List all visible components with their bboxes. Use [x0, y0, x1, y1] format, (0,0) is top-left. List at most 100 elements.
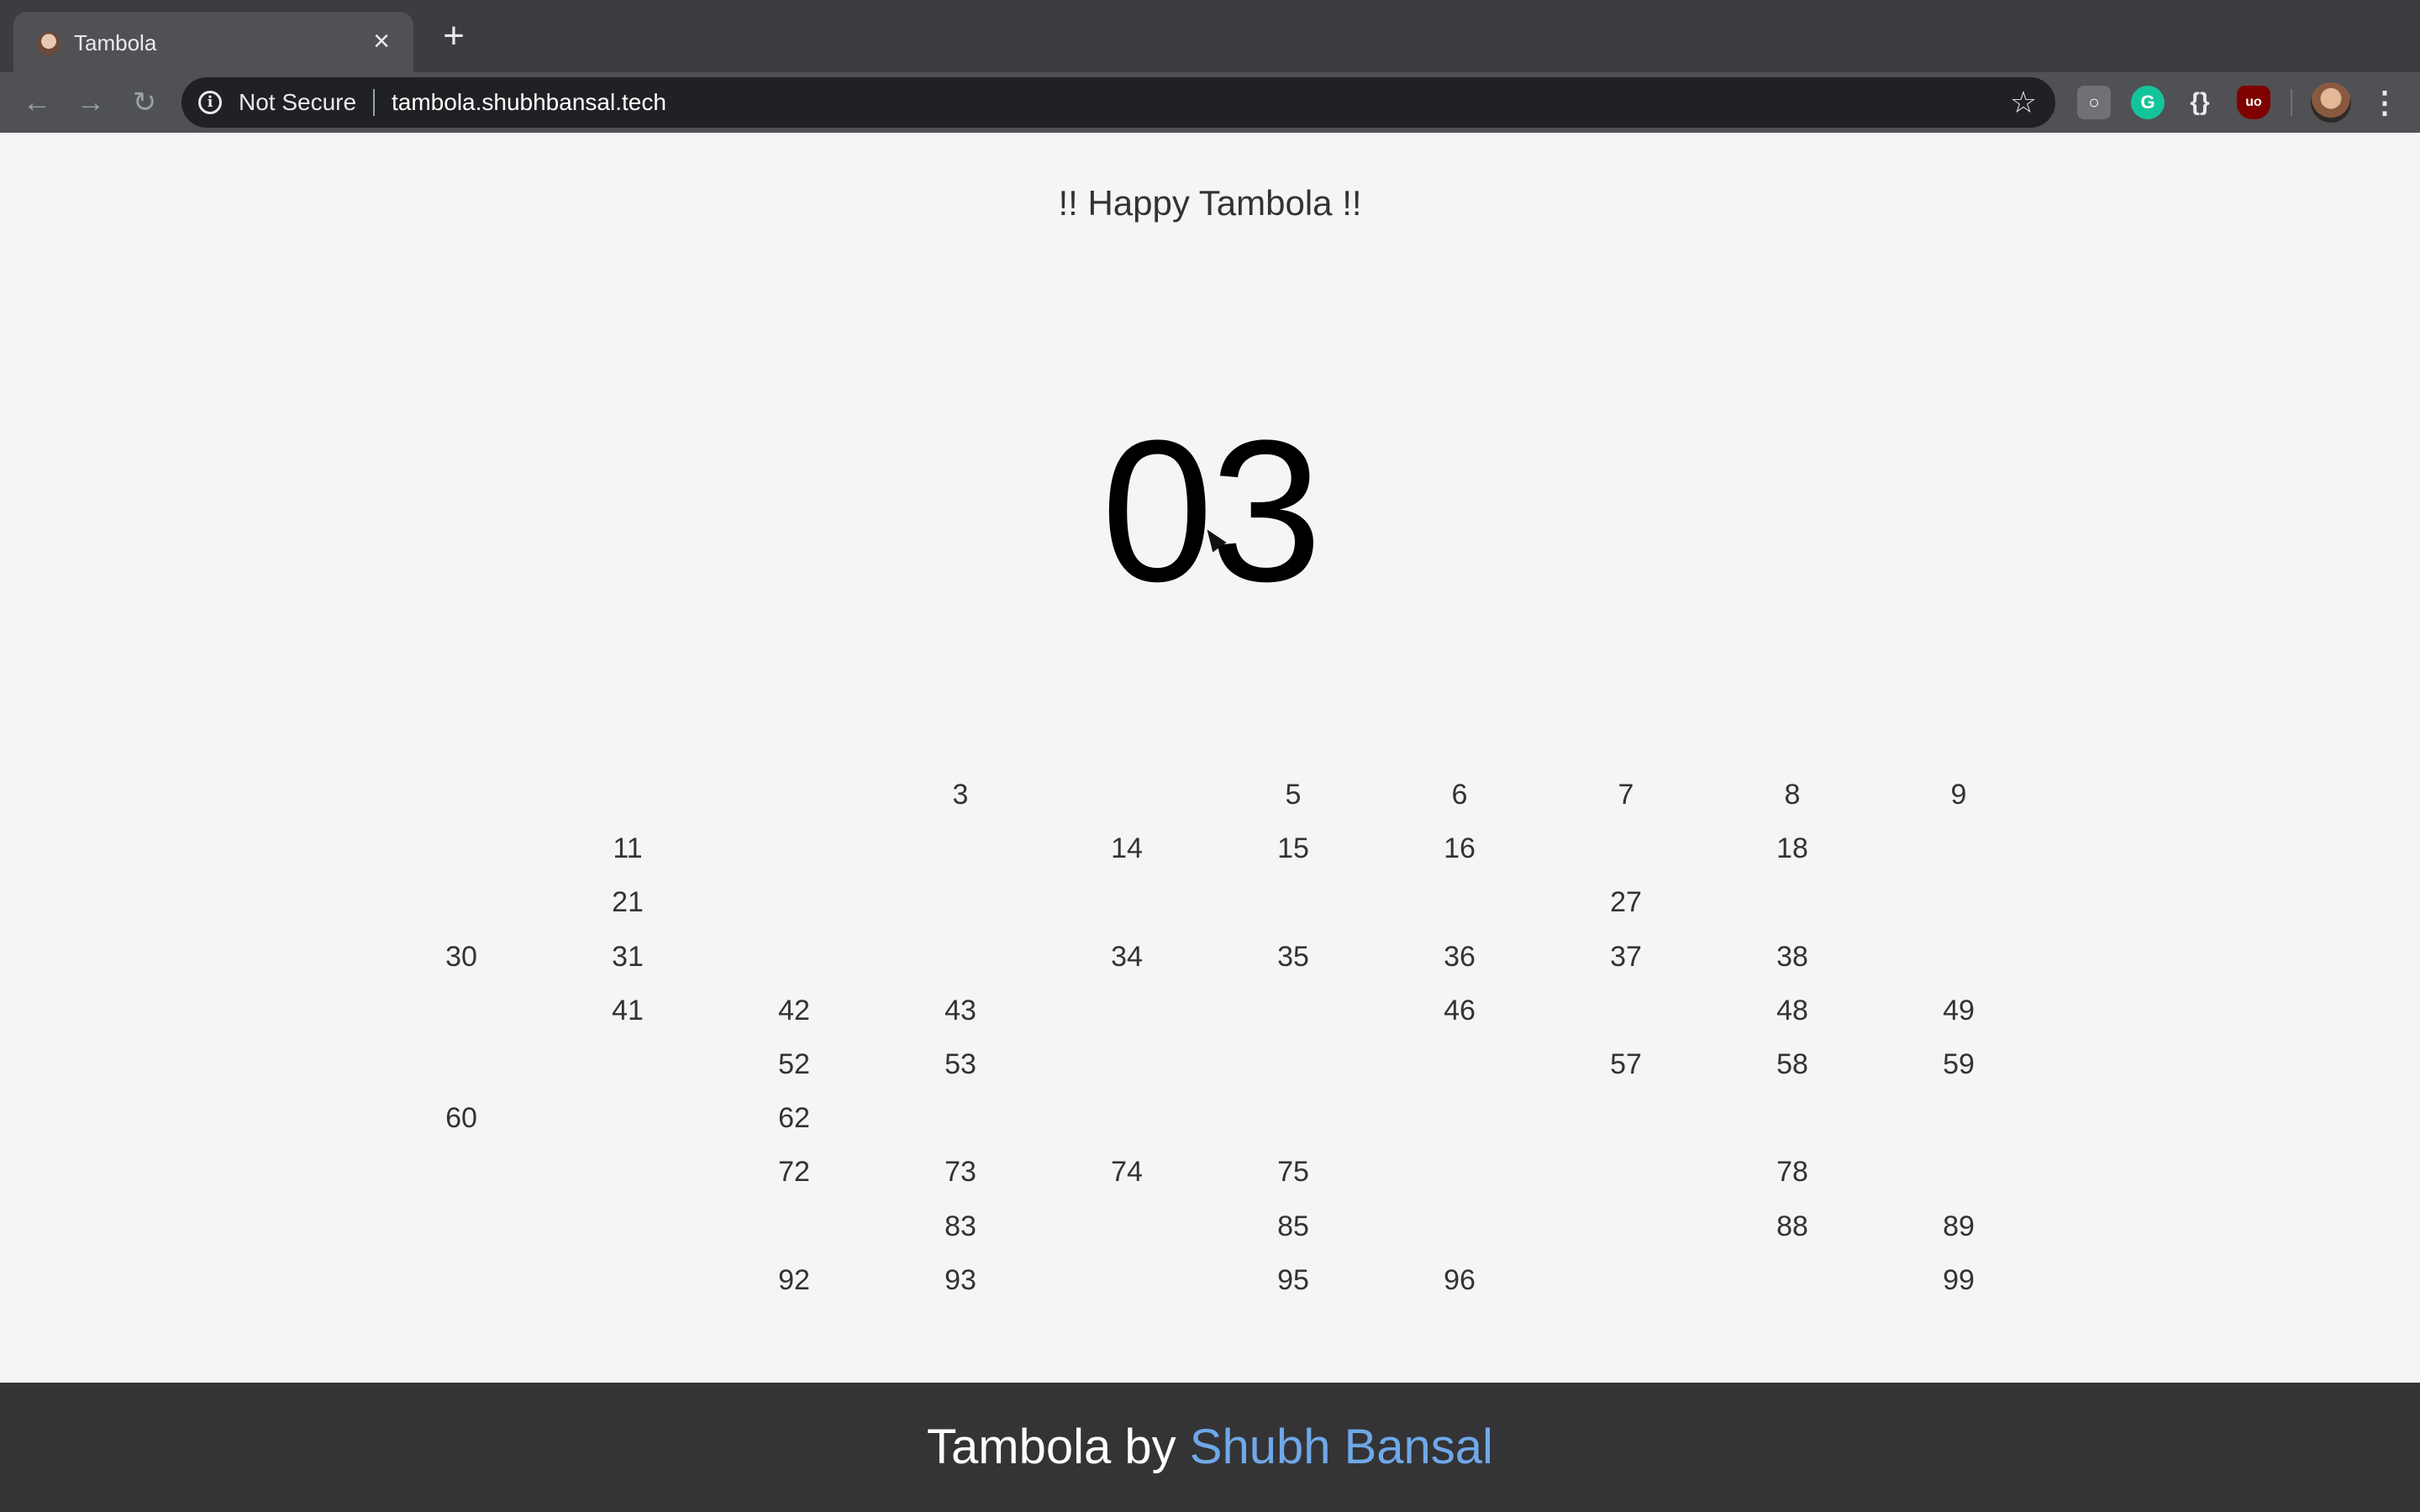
board-cell: 9 [1950, 779, 1967, 811]
board-cell: 16 [1444, 832, 1476, 865]
security-label[interactable]: Not Secure [239, 87, 356, 118]
board-cell [1210, 1091, 1376, 1145]
board-cell [378, 1200, 544, 1253]
board-cell [378, 822, 544, 875]
board-cell: 34 [1111, 940, 1143, 973]
lightbulb-extension-icon[interactable]: ○ [2077, 86, 2111, 119]
board-cell: 36 [1444, 940, 1476, 973]
ublock-extension-icon[interactable]: uo [2237, 86, 2270, 119]
board-cell [1210, 1037, 1376, 1091]
board-cell: 83 [944, 1210, 976, 1242]
board-cell [1210, 875, 1376, 929]
board-cell: 21 [612, 886, 644, 919]
board-cell [544, 1091, 711, 1145]
board-cell: 6 [1451, 779, 1468, 811]
board-cell [544, 768, 711, 822]
board-cell [1876, 1091, 2042, 1145]
board-cell [544, 1253, 711, 1307]
board-row: 41 42 43 46 48 49 [378, 984, 2042, 1037]
board-cell [711, 822, 877, 875]
board-cell: 48 [1776, 994, 1808, 1026]
author-link[interactable]: Shubh Bansal [1190, 1420, 1493, 1474]
board-cell [1210, 984, 1376, 1037]
board-cell: 92 [778, 1263, 810, 1296]
board-cell: 42 [778, 994, 810, 1026]
board-cell: 30 [445, 940, 477, 973]
board-cell [711, 1200, 877, 1253]
board-cell [1044, 1200, 1210, 1253]
board-cell [1044, 984, 1210, 1037]
board-cell: 18 [1776, 832, 1808, 865]
board-cell [1044, 1037, 1210, 1091]
board-cell [1543, 1145, 1709, 1199]
board-cell [1543, 984, 1709, 1037]
bookmark-star-icon[interactable]: ☆ [2007, 86, 2040, 119]
board-cell: 72 [778, 1156, 810, 1189]
footer: Tambola by Shubh Bansal [0, 1383, 2420, 1512]
board-cell [1044, 768, 1210, 822]
board-cell [877, 822, 1044, 875]
browser-tab[interactable]: Tambola × [13, 12, 413, 72]
board-row: 92 93 95 96 99 [378, 1253, 2042, 1307]
board-cell [711, 875, 877, 929]
board-cell [378, 1253, 544, 1307]
board-cell: 88 [1776, 1210, 1808, 1242]
board-cell: 60 [445, 1102, 477, 1135]
back-arrow-icon[interactable]: ← [18, 84, 55, 121]
board-cell: 31 [612, 940, 644, 973]
board-cell [877, 930, 1044, 984]
board-cell: 41 [612, 994, 644, 1026]
new-tab-button[interactable]: + [435, 18, 472, 55]
footer-credit: Tambola by Shubh Bansal [927, 1418, 1493, 1477]
board-cell [378, 984, 544, 1037]
current-number: 03 [1101, 398, 1323, 623]
board-cell: 62 [778, 1102, 810, 1135]
board-row: 72 73 74 75 78 [378, 1145, 2042, 1199]
board-row: 52 53 57 58 59 [378, 1037, 2042, 1091]
called-numbers-board: 3 5 6 7 8 9 11 14 15 16 18 21 27 30 31 34 35 36 37 38 41 42 43… [378, 768, 2042, 1307]
board-cell [711, 930, 877, 984]
board-cell [378, 768, 544, 822]
board-cell [1876, 822, 2042, 875]
board-cell [1709, 1253, 1876, 1307]
kebab-menu-icon[interactable]: ⋮ [2370, 84, 2400, 121]
board-row: 30 31 34 35 36 37 38 [378, 930, 2042, 984]
board-cell [1543, 822, 1709, 875]
url-text[interactable]: tambola.shubhbansal.tech [392, 87, 666, 118]
board-cell [1376, 875, 1543, 929]
board-cell [1044, 1253, 1210, 1307]
toolbar-divider [2291, 89, 2292, 116]
board-cell [378, 1037, 544, 1091]
board-cell: 11 [613, 832, 643, 865]
forward-arrow-icon[interactable]: → [72, 84, 109, 121]
browser-toolbar: ← → ↻ i Not Secure tambola.shubhbansal.t… [0, 72, 2420, 133]
board-row: 83 85 88 89 [378, 1200, 2042, 1253]
board-cell [1543, 1253, 1709, 1307]
board-cell: 49 [1943, 994, 1975, 1026]
braces-extension-icon[interactable]: {} [2183, 86, 2217, 119]
board-cell [378, 875, 544, 929]
board-cell: 99 [1943, 1263, 1975, 1296]
info-icon[interactable]: i [198, 91, 222, 114]
tambola-page: !! Happy Tambola !! 03 3 5 6 7 8 9 11 14 15 16 18 2… [0, 133, 2420, 1383]
board-cell [1376, 1037, 1543, 1091]
reload-icon[interactable]: ↻ [126, 84, 163, 121]
grammarly-extension-icon[interactable]: G [2131, 86, 2165, 119]
footer-prefix: Tambola by [927, 1420, 1190, 1474]
tab-title: Tambola [74, 30, 157, 55]
board-cell: 59 [1943, 1047, 1975, 1080]
address-bar[interactable]: i Not Secure tambola.shubhbansal.tech ☆ [182, 77, 2055, 128]
board-cell [877, 875, 1044, 929]
close-tab-icon[interactable]: × [366, 27, 397, 57]
page-title: !! Happy Tambola !! [1058, 183, 1362, 223]
board-cell: 8 [1784, 779, 1801, 811]
board-cell: 89 [1943, 1210, 1975, 1242]
board-cell [1709, 1091, 1876, 1145]
board-cell: 53 [944, 1047, 976, 1080]
board-cell: 57 [1610, 1047, 1642, 1080]
board-row: 21 27 [378, 875, 2042, 929]
board-cell [378, 1145, 544, 1199]
profile-avatar[interactable] [2311, 82, 2351, 123]
browser-tab-strip: Tambola × + [0, 0, 2420, 72]
board-cell [1543, 1091, 1709, 1145]
